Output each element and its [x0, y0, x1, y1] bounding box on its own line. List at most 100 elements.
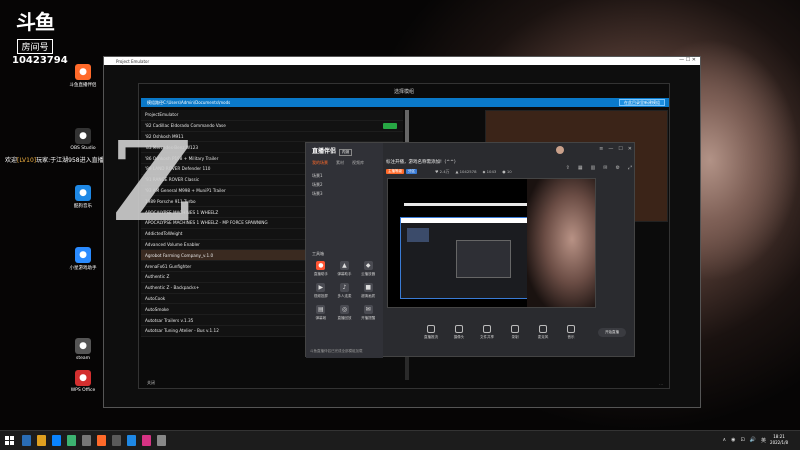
nested-panel [407, 228, 429, 242]
toolbox-item[interactable]: ▲ 弹幕助手 [333, 261, 357, 277]
scene-item[interactable]: 场景1 [312, 173, 323, 179]
desktop-app-icon: ● [75, 338, 91, 354]
desktop-icon-label: 小星游戏助手 [69, 266, 97, 271]
close-link[interactable]: 关闭 [147, 380, 155, 386]
mod-name: Authentic Z - Backpacks+ [145, 285, 200, 291]
stream-tool-button[interactable]: 文件共享 [479, 325, 495, 340]
toolbox-item[interactable]: ▤ 弹幕姬 [309, 305, 333, 321]
taskbar-app-icon[interactable] [112, 435, 121, 446]
taskbar-app-icon[interactable] [142, 435, 151, 446]
taskbar-app-icon[interactable] [37, 435, 46, 446]
tool-label: 弹幕助手 [337, 272, 352, 276]
tray-icon[interactable]: 英 [761, 437, 766, 444]
stream-title[interactable]: 标注开播，游戏名称需添加!（^^） [386, 159, 458, 165]
maximize-icon[interactable]: ☐ [618, 146, 622, 152]
settings-icon[interactable]: ⚙ [616, 165, 620, 171]
stream-tool-button[interactable]: 音乐 [563, 325, 579, 340]
clock-date: 2022/1/8 [770, 440, 788, 445]
room-label: 房间号 [17, 39, 53, 54]
assistant-sidebar: 直播伴侣 内测 我的场景 素材 视频库 场景1 场景2 场景3 工具箱 ● 直播助手 ▲ 弹幕助… [306, 143, 383, 358]
new-mod-button[interactable]: 在此目录里新建模组 [619, 99, 665, 106]
start-stream-button[interactable]: 开始直播 [598, 328, 626, 337]
tool-icon: ● [316, 261, 326, 270]
minimize-icon[interactable]: — [608, 146, 613, 152]
tool-icon: ▤ [316, 305, 326, 314]
mod-name: Agrobot Farming Company_v.1.0 [145, 252, 214, 258]
toolbox-grid: ● 直播助手 ▲ 弹幕助手 ◆ 云播放器 ▶ 视频投屏 ♪ 多人连麦 ■ 超清画质 ▤ 弹幕姬 ◎ 直播回放 ✉… [309, 261, 380, 321]
grid-icon[interactable]: ▦ [578, 165, 583, 171]
tray-icon[interactable]: 🔊 [750, 437, 756, 444]
avatar[interactable] [556, 146, 564, 154]
windows-start-icon[interactable] [5, 436, 14, 445]
menu-icon[interactable]: ≡ [599, 146, 603, 152]
assistant-tab[interactable]: 素材 [336, 160, 344, 166]
tool-label: 云播放器 [361, 272, 376, 276]
tool-icon: ■ [363, 283, 373, 292]
desktop-app-icon: ● [75, 247, 91, 263]
preview-stage[interactable] [387, 178, 596, 308]
toolbox-item[interactable]: ✉ 开播提醒 [356, 305, 380, 321]
desktop-icon[interactable]: ● steam [66, 338, 100, 361]
taskbar-app-icon[interactable] [97, 435, 106, 446]
desktop-icon[interactable]: ● 酷狗音乐 [66, 185, 100, 209]
toolbox-item[interactable]: ◆ 云播放器 [356, 261, 380, 277]
tool-label: 直播回放 [337, 316, 352, 320]
tray-icon[interactable]: ⊡ [741, 437, 745, 444]
beta-badge: 内测 [339, 149, 353, 156]
stream-tool-button[interactable]: 麦克风 [535, 325, 551, 340]
taskbar-app-icon[interactable] [127, 435, 136, 446]
tray-icon[interactable]: ◉ [731, 437, 735, 444]
taskbar-app-icon[interactable] [157, 435, 166, 446]
tool-label: 视频投屏 [313, 294, 328, 298]
desktop-app-icon: ● [75, 370, 91, 386]
enabled-toggle[interactable] [383, 122, 397, 129]
close-icon[interactable]: ✕ [628, 146, 632, 152]
toolbox-item[interactable]: ◎ 直播回放 [333, 305, 357, 321]
desktop-icon[interactable]: ● 小星游戏助手 [66, 247, 100, 271]
toolbox-item[interactable]: ■ 超清画质 [356, 283, 380, 299]
expand-icon[interactable]: ⤢ [628, 165, 632, 171]
share-icon[interactable]: ⇪ [566, 165, 570, 171]
desktop-icon[interactable]: ● 斗鱼直播伴侣 [66, 64, 100, 88]
stream-tool-icon [427, 325, 435, 333]
chart-icon[interactable]: ▥ [591, 165, 596, 171]
assistant-window-controls[interactable]: ≡ — ☐ ✕ [599, 146, 632, 152]
scene-item[interactable]: 场景2 [312, 182, 323, 188]
taskbar-app-icon[interactable] [22, 435, 31, 446]
assistant-tab[interactable]: 我的场景 [312, 160, 328, 166]
taskbar-app-icon[interactable] [82, 435, 91, 446]
desktop-app-icon: ● [75, 64, 91, 80]
stream-tool-label: 麦克风 [537, 335, 549, 339]
stream-badge: 主播等级 [386, 169, 404, 174]
mail-icon[interactable]: ✉ [603, 165, 607, 171]
stream-stat: ♥ 2.4万 [435, 169, 450, 174]
system-tray: ∧ ◉ ⊡ 🔊 英 [723, 437, 767, 444]
taskbar-app-icon[interactable] [67, 435, 76, 446]
mod-name: ArenaFx61 Gunfighter [145, 263, 192, 269]
desktop-icon-label: steam [75, 356, 91, 361]
stream-tool-button[interactable]: 录制 [507, 325, 523, 340]
toolbox-item[interactable]: ▶ 视频投屏 [309, 283, 333, 299]
stream-tool-button[interactable]: 直播推流 [423, 325, 439, 340]
stream-tool-icon [483, 325, 491, 333]
mod-path-text: 模组路径C:\Users\Admin\Documents\mods [147, 99, 231, 105]
dialog-title: 选择模组 [393, 89, 414, 95]
tray-icon[interactable]: ∧ [723, 437, 727, 444]
desktop-icon[interactable]: ● OBS Studio [66, 128, 100, 151]
welcome-level: [LV10] [17, 157, 37, 164]
desktop-icon[interactable]: ● WPS Office [66, 370, 100, 393]
taskbar-apps [22, 435, 166, 446]
assistant-tab[interactable]: 视频库 [352, 160, 364, 166]
tool-icon: ◆ [363, 261, 373, 270]
taskbar-clock[interactable]: 18:21 2022/1/8 [770, 434, 788, 446]
window-controls[interactable]: — ☐ ✕ [679, 57, 696, 63]
taskbar-app-icon[interactable] [52, 435, 61, 446]
stream-tool-label: 文件共享 [480, 335, 494, 339]
desktop-icon-label: OBS Studio [70, 146, 96, 151]
tool-label: 多人连麦 [337, 294, 352, 298]
scene-item[interactable]: 场景3 [312, 191, 323, 197]
stream-badge: 分区 [406, 169, 417, 174]
toolbox-item[interactable]: ♪ 多人连麦 [333, 283, 357, 299]
toolbox-item[interactable]: ● 直播助手 [309, 261, 333, 277]
stream-tool-button[interactable]: 摄像头 [451, 325, 467, 340]
